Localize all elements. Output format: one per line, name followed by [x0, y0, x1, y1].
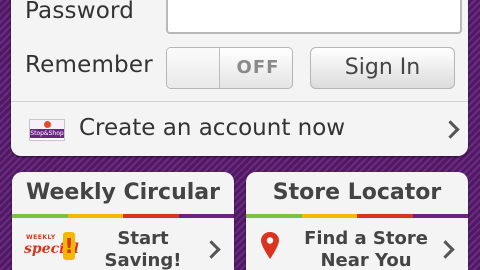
store-caption-line2: Near You — [320, 250, 412, 270]
color-stripe — [12, 214, 234, 218]
password-label: Password — [25, 0, 135, 24]
toggle-state: OFF — [236, 57, 280, 78]
toggle-knob[interactable] — [167, 48, 220, 88]
password-field[interactable] — [166, 0, 462, 34]
weekly-circular-caption: Start Saving! — [88, 228, 198, 270]
login-card: Password Remember OFF Sign In Stop&Shop … — [11, 0, 468, 156]
weekly-circular-title: Weekly Circular — [26, 180, 220, 205]
chevron-right-icon — [436, 240, 455, 259]
weekly-special-icon: WEEKLY special ! — [24, 232, 79, 260]
logo-text: Stop&Shop — [30, 129, 64, 138]
color-stripe — [246, 214, 468, 218]
remember-label: Remember — [25, 52, 153, 78]
chevron-right-icon — [441, 120, 460, 139]
store-locator-tile[interactable]: Store Locator Find a Store Near You — [246, 172, 468, 270]
weekly-circular-tile[interactable]: Weekly Circular WEEKLY special ! Start S… — [12, 172, 234, 270]
stop-and-shop-logo-icon: Stop&Shop — [29, 119, 65, 141]
remember-toggle[interactable]: OFF — [166, 47, 293, 89]
weekly-caption-line1: Start — [117, 228, 169, 249]
create-account-row[interactable]: Stop&Shop Create an account now — [11, 102, 468, 156]
sign-in-button[interactable]: Sign In — [310, 47, 455, 89]
app-screen: Password Remember OFF Sign In Stop&Shop … — [0, 0, 480, 270]
exclamation-icon: ! — [63, 232, 75, 260]
create-account-label: Create an account now — [79, 115, 346, 141]
map-pin-icon — [261, 232, 279, 259]
store-locator-caption: Find a Store Near You — [304, 228, 428, 270]
chevron-right-icon — [202, 240, 221, 259]
store-locator-title: Store Locator — [272, 180, 442, 205]
badge-small-text: WEEKLY — [26, 234, 56, 241]
store-caption-line1: Find a Store — [304, 228, 428, 249]
weekly-caption-line2: Saving! — [104, 250, 182, 270]
